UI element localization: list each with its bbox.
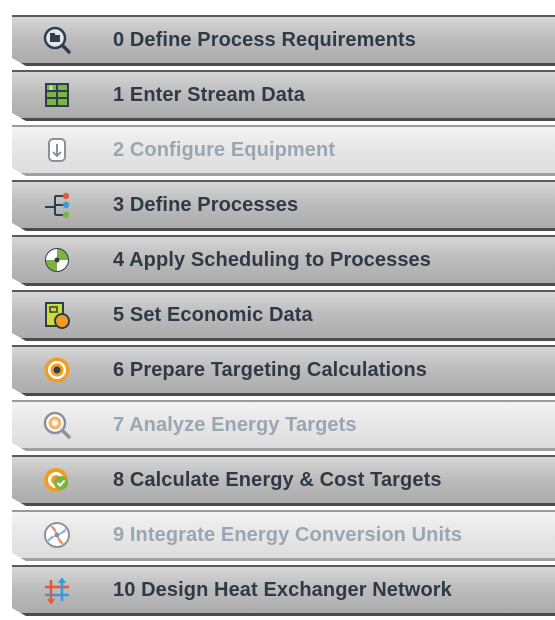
step-2-configure-equipment[interactable]: 2 Configure Equipment [12, 125, 555, 176]
step-label: 7 Analyze Energy Targets [113, 414, 357, 436]
step-label: 2 Configure Equipment [113, 139, 336, 161]
step-label: 1 Enter Stream Data [113, 84, 305, 106]
workflow-steps-menu: 0 Define Process Requirements X 1 Enter … [0, 0, 555, 620]
step-1-enter-stream-data[interactable]: X 1 Enter Stream Data [12, 70, 555, 121]
step-9-integrate-energy-conversion-units[interactable]: 9 Integrate Energy Conversion Units [12, 510, 555, 561]
step-label: 4 Apply Scheduling to Processes [113, 249, 432, 271]
step-3-define-processes[interactable]: 3 Define Processes [12, 180, 555, 231]
spreadsheet-icon: X [42, 80, 72, 110]
step-6-prepare-targeting[interactable]: 6 Prepare Targeting Calculations [12, 345, 555, 396]
step-label: 9 Integrate Energy Conversion Units [113, 524, 463, 546]
analyze-target-icon [42, 410, 72, 440]
step-label: 10 Design Heat Exchanger Network [113, 579, 452, 601]
step-10-design-heat-exchanger-network[interactable]: 10 Design Heat Exchanger Network [12, 565, 555, 616]
magnifier-folder-icon [42, 25, 72, 55]
economic-coin-icon [42, 300, 72, 330]
step-label: 6 Prepare Targeting Calculations [113, 359, 428, 381]
vessel-icon [42, 135, 72, 165]
target-check-icon [42, 465, 72, 495]
schedule-pie-icon [42, 245, 72, 275]
step-7-analyze-energy-targets[interactable]: 7 Analyze Energy Targets [12, 400, 555, 451]
step-0-define-process-requirements[interactable]: 0 Define Process Requirements [12, 15, 555, 66]
step-label: 8 Calculate Energy & Cost Targets [113, 469, 442, 491]
step-label: 0 Define Process Requirements [113, 29, 417, 51]
step-label: 3 Define Processes [113, 194, 299, 216]
step-8-calculate-energy-cost-targets[interactable]: 8 Calculate Energy & Cost Targets [12, 455, 555, 506]
step-4-apply-scheduling[interactable]: 4 Apply Scheduling to Processes [12, 235, 555, 286]
step-label: 5 Set Economic Data [113, 304, 313, 326]
svg-text:X: X [49, 86, 53, 92]
step-5-set-economic-data[interactable]: 5 Set Economic Data [12, 290, 555, 341]
conversion-unit-icon [42, 520, 72, 550]
heat-exchanger-network-icon [42, 575, 72, 605]
target-icon [42, 355, 72, 385]
process-tree-icon [42, 190, 72, 220]
